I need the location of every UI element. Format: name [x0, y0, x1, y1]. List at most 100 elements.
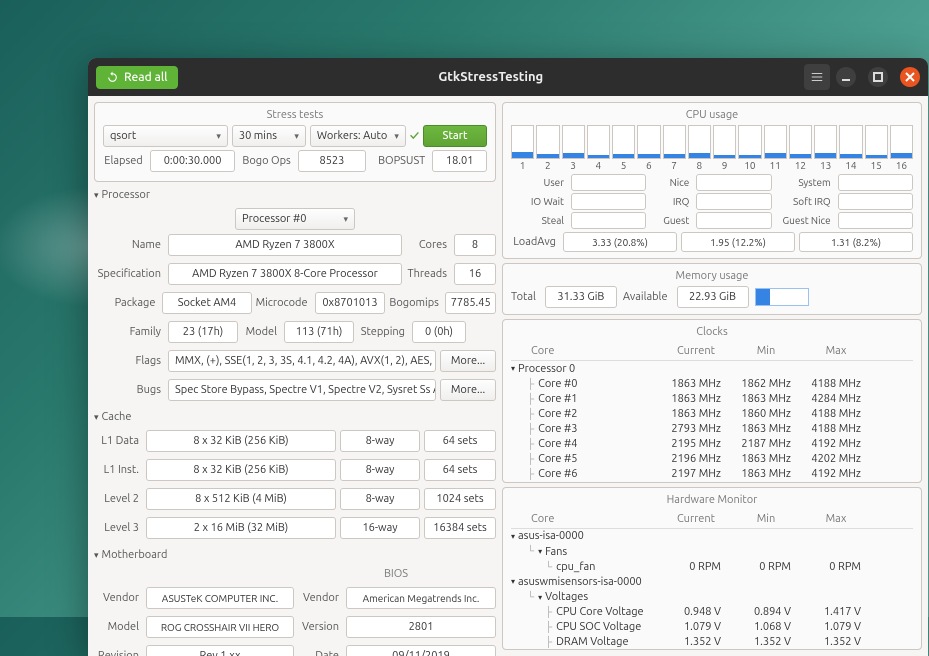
voltages-node[interactable]: Voltages	[538, 591, 588, 603]
l3-sets: 16384 sets	[424, 517, 496, 539]
bogoops-field: 8523	[298, 150, 366, 172]
iowait-bar	[571, 193, 646, 210]
proc-name: AMD Ryzen 7 3800X	[168, 234, 402, 256]
start-button[interactable]: Start	[423, 125, 487, 147]
proc-pkg: Socket AM4	[162, 292, 251, 314]
clock-row: ├Core #52196 MHz1863 MHz4202 MHz	[511, 451, 913, 466]
core-4: 4	[587, 125, 610, 171]
mobo-expander[interactable]: Motherboard	[94, 549, 496, 561]
guest-bar	[696, 212, 771, 229]
asus-isa-node[interactable]: asus-isa-0000	[511, 530, 584, 542]
l3-size: 2 x 16 MiB (32 MiB)	[146, 517, 336, 539]
menu-button[interactable]	[804, 64, 830, 90]
voltage-row: ├DRAM Voltage1.352 V1.352 V1.352 V	[511, 635, 913, 650]
proc-flags: MMX, (+), SSE(1, 2, 3, 3S, 4.1, 4.2, 4A)…	[168, 350, 436, 372]
titlebar: Read all GtkStressTesting	[88, 58, 928, 96]
bios-version: 2801	[346, 616, 496, 638]
flags-more-button[interactable]: More...	[440, 350, 496, 372]
clock-row: ├Core #01863 MHz1862 MHz4188 MHz	[511, 376, 913, 391]
bopsust-field: 18.01	[432, 150, 487, 172]
core-1: 1	[511, 125, 534, 171]
cpu-usage-panel: CPU usage 12345678910111213141516 User N…	[502, 102, 922, 259]
l1i-way: 8-way	[340, 459, 420, 481]
read-all-button[interactable]: Read all	[96, 66, 178, 89]
bugs-more-button[interactable]: More...	[440, 379, 496, 401]
mobo-vendor: ASUSTeK COMPUTER INC.	[146, 587, 294, 609]
elapsed-field: 0:00:30.000	[150, 150, 236, 172]
core-12: 12	[789, 125, 812, 171]
loadavg-15: 1.31 (8.2%)	[799, 232, 913, 252]
steal-bar	[571, 212, 646, 229]
core-2: 2	[536, 125, 559, 171]
proc-threads: 16	[454, 263, 496, 285]
loadavg-5: 1.95 (12.2%)	[681, 232, 795, 252]
clock-row: ├Core #42195 MHz2187 MHz4192 MHz	[511, 436, 913, 451]
clock-row: └Core #72195 MHz1862 MHz4192 MHz	[511, 481, 913, 483]
nice-bar	[696, 174, 771, 191]
core-15: 15	[865, 125, 888, 171]
clock-row: ├Core #11863 MHz1863 MHz4284 MHz	[511, 391, 913, 406]
l2-sets: 1024 sets	[424, 488, 496, 510]
core-6: 6	[637, 125, 660, 171]
fan-row: └cpu_fan0 RPM0 RPM0 RPM	[511, 559, 913, 574]
core-14: 14	[839, 125, 862, 171]
processor-expander[interactable]: Processor	[94, 189, 496, 201]
core-9: 9	[713, 125, 736, 171]
core-11: 11	[764, 125, 787, 171]
proc-spec: AMD Ryzen 7 3800X 8-Core Processor	[168, 263, 402, 285]
voltage-row: ├CPU Core Voltage0.948 V0.894 V1.417 V	[511, 605, 913, 620]
clocks-panel: Clocks CoreCurrentMinMax Processor 0 ├Co…	[502, 319, 922, 483]
proc-bugs: Spec Store Bypass, Spectre V1, Spectre V…	[168, 379, 436, 401]
bios-date: 09/11/2019	[346, 645, 496, 656]
memory-usage-panel: Memory usage Total 31.33 GiB Available 2…	[502, 263, 922, 315]
l3-way: 16-way	[340, 517, 420, 539]
core-7: 7	[663, 125, 686, 171]
check-icon: ✓	[410, 129, 419, 143]
l2-size: 8 x 512 KiB (4 MiB)	[146, 488, 336, 510]
read-all-label: Read all	[124, 71, 168, 84]
voltage-row: ├CPU SOC Voltage1.079 V1.068 V1.079 V	[511, 620, 913, 635]
elapsed-label: Elapsed	[103, 155, 146, 167]
cache-expander[interactable]: Cache	[94, 411, 496, 423]
l1i-sets: 64 sets	[424, 459, 496, 481]
bogoops-label: Bogo Ops	[239, 155, 293, 167]
minimize-button[interactable]	[836, 67, 856, 87]
mem-total: 31.33 GiB	[545, 286, 617, 308]
guestnice-bar	[838, 212, 913, 229]
l1d-way: 8-way	[340, 430, 420, 452]
close-button[interactable]	[900, 67, 920, 87]
mem-avail: 22.93 GiB	[677, 286, 749, 308]
fans-node[interactable]: Fans	[538, 546, 567, 558]
bopsust-label: BOPSUST	[370, 155, 428, 167]
stress-title: Stress tests	[103, 109, 487, 121]
system-bar	[838, 174, 913, 191]
core-5: 5	[612, 125, 635, 171]
processor-0-node[interactable]: Processor 0	[511, 363, 575, 375]
workers-combo[interactable]: Workers: Auto	[310, 125, 406, 147]
maximize-button[interactable]	[868, 67, 888, 87]
asuswmi-node[interactable]: asuswmisensors-isa-0000	[511, 576, 642, 588]
app-window: Read all GtkStressTesting Stress tests q…	[88, 58, 928, 656]
proc-family: 23 (17h)	[168, 321, 238, 343]
mobo-model: ROG CROSSHAIR VII HERO	[146, 616, 294, 638]
softirq-bar	[838, 193, 913, 210]
core-8: 8	[688, 125, 711, 171]
refresh-icon	[106, 71, 119, 84]
mobo-rev: Rev 1.xx	[146, 645, 294, 656]
core-16: 16	[890, 125, 913, 171]
clock-row: ├Core #32793 MHz1863 MHz4188 MHz	[511, 421, 913, 436]
l1d-size: 8 x 32 KiB (256 KiB)	[146, 430, 336, 452]
mem-bar	[755, 288, 809, 306]
core-10: 10	[738, 125, 761, 171]
proc-cores: 8	[454, 234, 496, 256]
l2-way: 8-way	[340, 488, 420, 510]
proc-model: 113 (71h)	[284, 321, 354, 343]
processor-selector[interactable]: Processor #0	[235, 208, 355, 230]
clock-row: ├Core #62197 MHz1863 MHz4192 MHz	[511, 466, 913, 481]
window-title: GtkStressTesting	[178, 70, 804, 84]
proc-micro: 0x8701013	[315, 292, 386, 314]
method-combo[interactable]: qsort	[103, 125, 228, 147]
duration-combo[interactable]: 30 mins	[232, 125, 306, 147]
irq-bar	[696, 193, 771, 210]
proc-bogo: 7785.45	[445, 292, 496, 314]
